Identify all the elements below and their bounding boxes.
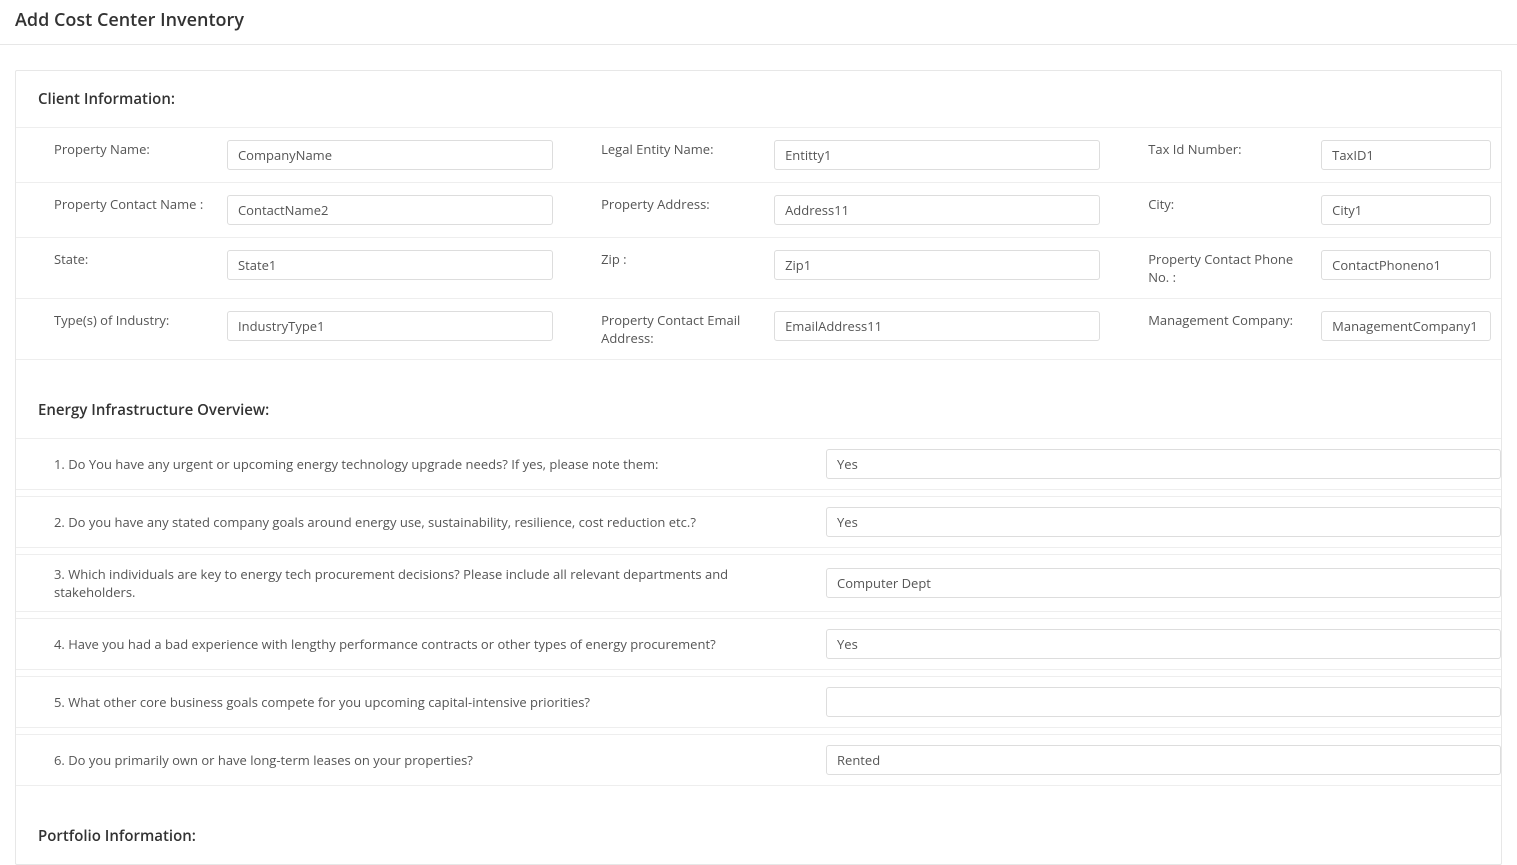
answer-5[interactable]	[826, 687, 1501, 717]
client-info-table: Property Name: Legal Entity Name: Tax Id…	[16, 127, 1501, 360]
input-city[interactable]	[1321, 195, 1491, 225]
label-zip: Zip :	[563, 238, 764, 299]
answer-3[interactable]	[826, 568, 1501, 598]
input-property-name[interactable]	[227, 140, 553, 170]
input-contact-phone[interactable]	[1321, 250, 1491, 280]
question-5: 5. What other core business goals compet…	[16, 677, 816, 728]
label-contact-email: Property Contact Email Address:	[563, 299, 764, 360]
input-contact-email[interactable]	[774, 311, 1100, 341]
label-city: City:	[1110, 183, 1311, 238]
question-6: 6. Do you primarily own or have long-ter…	[16, 735, 816, 786]
section-header-portfolio-info: Portfolio Information:	[16, 786, 1501, 864]
page-title: Add Cost Center Inventory	[0, 0, 1517, 45]
input-contact-name[interactable]	[227, 195, 553, 225]
question-4: 4. Have you had a bad experience with le…	[16, 619, 816, 670]
label-tax-id: Tax Id Number:	[1110, 128, 1311, 183]
section-header-client-info: Client Information:	[16, 71, 1501, 127]
input-state[interactable]	[227, 250, 553, 280]
input-tax-id[interactable]	[1321, 140, 1491, 170]
label-industry-type: Type(s) of Industry:	[16, 299, 217, 360]
input-mgmt-company[interactable]	[1321, 311, 1491, 341]
panel-main: Client Information: Property Name: Legal…	[15, 70, 1502, 865]
label-contact-name: Property Contact Name :	[16, 183, 217, 238]
label-state: State:	[16, 238, 217, 299]
answer-2[interactable]	[826, 507, 1501, 537]
input-legal-entity[interactable]	[774, 140, 1100, 170]
label-legal-entity: Legal Entity Name:	[563, 128, 764, 183]
question-3: 3. Which individuals are key to energy t…	[16, 555, 816, 612]
energy-overview-table: 1. Do You have any urgent or upcoming en…	[16, 438, 1501, 786]
label-property-name: Property Name:	[16, 128, 217, 183]
input-zip[interactable]	[774, 250, 1100, 280]
input-property-address[interactable]	[774, 195, 1100, 225]
label-mgmt-company: Management Company:	[1110, 299, 1311, 360]
question-1: 1. Do You have any urgent or upcoming en…	[16, 439, 816, 490]
answer-4[interactable]	[826, 629, 1501, 659]
section-header-energy-overview: Energy Infrastructure Overview:	[16, 360, 1501, 438]
label-contact-phone: Property Contact Phone No. :	[1110, 238, 1311, 299]
input-industry-type[interactable]	[227, 311, 553, 341]
label-property-address: Property Address:	[563, 183, 764, 238]
answer-6[interactable]	[826, 745, 1501, 775]
answer-1[interactable]	[826, 449, 1501, 479]
question-2: 2. Do you have any stated company goals …	[16, 497, 816, 548]
